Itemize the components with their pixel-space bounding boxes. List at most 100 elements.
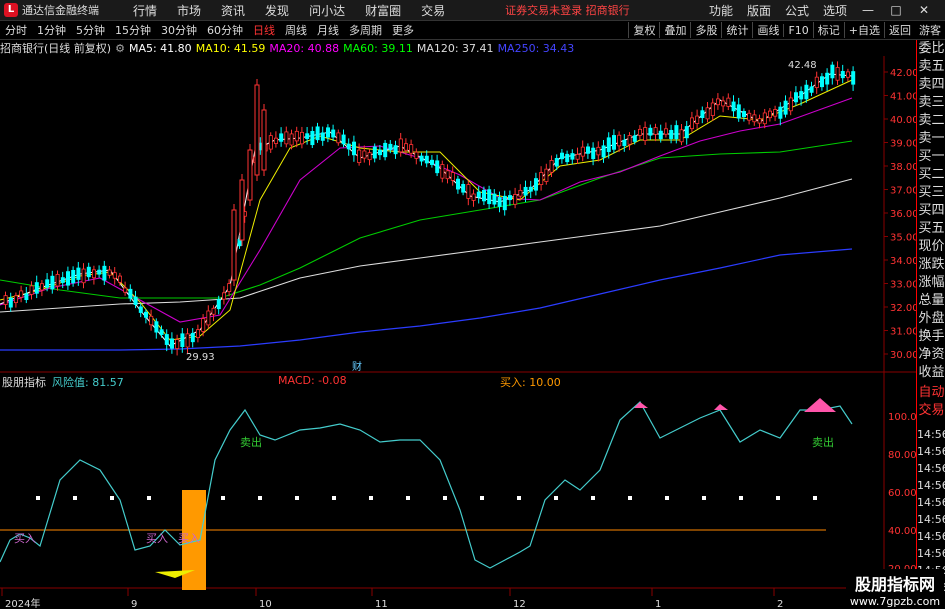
time-tick-label: 2024年 — [5, 597, 40, 609]
close-icon[interactable]: ✕ — [917, 3, 931, 17]
quote-list: 委比 卖五 卖四 卖三 卖二 卖一 买一 买二 买三 买四 买五 现价 涨跌 涨幅 总量 外盘 换手 净资 收益 — [917, 40, 945, 382]
tab-15min[interactable]: 15分钟 — [115, 22, 151, 38]
indicator-name[interactable]: 股朋指标 — [2, 374, 46, 390]
time-stamp: 14:56 — [917, 428, 945, 441]
overlay-button[interactable]: 叠加 — [659, 22, 690, 38]
app-logo: L — [4, 3, 18, 17]
level-dot — [776, 496, 780, 500]
menu-market[interactable]: 市场 — [177, 2, 201, 19]
app-title: 通达信金融终端 — [22, 4, 99, 17]
candle-body — [450, 172, 455, 181]
f10-button[interactable]: F10 — [783, 23, 812, 37]
level-dot — [591, 496, 595, 500]
level-dot — [813, 496, 817, 500]
menu-ask[interactable]: 问小达 — [309, 2, 345, 19]
candle-body — [50, 275, 55, 290]
candle-body — [299, 131, 304, 145]
time-tick-label: 9 — [131, 599, 137, 609]
menu-formula[interactable]: 公式 — [785, 2, 809, 19]
menu-discover[interactable]: 发现 — [265, 2, 289, 19]
candle-body — [388, 143, 393, 151]
mark-button[interactable]: 标记 — [812, 22, 844, 38]
candle-body — [24, 293, 29, 300]
candle-body — [383, 142, 388, 158]
level-dot — [73, 496, 77, 500]
minimize-icon[interactable]: — — [861, 3, 875, 17]
indicator-tick-label: 60.00 — [888, 488, 916, 499]
candle-body — [143, 311, 148, 318]
candle-body — [653, 127, 658, 135]
candle-body — [429, 159, 434, 165]
quote-field: 卖五 — [918, 59, 945, 74]
candle-body — [71, 269, 76, 284]
quote-field: 卖二 — [918, 113, 945, 128]
quote-field: 换手 — [918, 329, 945, 344]
auto-trade-label[interactable]: 交易 — [917, 402, 945, 420]
candle-body — [851, 71, 856, 85]
candle-body — [8, 297, 13, 308]
kline-chart[interactable]: 42.00 41.00 40.00 39.00 38.00 37.00 36.00 35.00… — [0, 40, 916, 609]
tab-1min[interactable]: 1分钟 — [37, 22, 66, 38]
menu-layout[interactable]: 版面 — [747, 2, 771, 19]
menu-options[interactable]: 选项 — [823, 2, 847, 19]
restore-icon[interactable]: □ — [889, 3, 903, 17]
period-bar: 分时 1分钟 5分钟 15分钟 30分钟 60分钟 日线 周线 月线 多周期 更… — [0, 21, 945, 40]
cai-marker[interactable]: 财 — [352, 360, 362, 373]
tab-30min[interactable]: 30分钟 — [161, 22, 197, 38]
rights-button[interactable]: 复权 — [628, 22, 659, 38]
candle-body — [159, 329, 164, 335]
menu-function[interactable]: 功能 — [709, 2, 733, 19]
candle-body — [398, 138, 403, 153]
indicator-panel: 卖出 卖出 买入 买入 买入 — [0, 398, 853, 590]
tab-monthly[interactable]: 月线 — [317, 22, 339, 38]
tab-multiperiod[interactable]: 多周期 — [349, 22, 382, 38]
candle-body — [622, 139, 627, 147]
candle-body — [794, 92, 799, 103]
draw-button[interactable]: 画线 — [752, 22, 783, 38]
menu-quotes[interactable]: 行情 — [133, 2, 157, 19]
candle-body — [414, 151, 419, 159]
back-button[interactable]: 返回 — [884, 22, 915, 38]
candle-body — [419, 155, 424, 162]
candle-body — [305, 133, 310, 139]
low-marker: 29.93 — [186, 352, 215, 363]
level-dot — [332, 496, 336, 500]
indicator-tick-label: 40.00 — [888, 526, 916, 537]
candle-body — [664, 128, 669, 135]
price-tick-label: 33.00 — [890, 280, 916, 291]
tab-weekly[interactable]: 周线 — [285, 22, 307, 38]
candle-body — [164, 334, 169, 345]
candle-body — [481, 189, 486, 202]
multistock-button[interactable]: 多股 — [690, 22, 721, 38]
buy-value: 买入: 10.00 — [500, 376, 561, 389]
quote-field: 卖四 — [918, 77, 945, 92]
candle-body — [341, 134, 346, 145]
candle-body — [721, 100, 726, 107]
menu-trade[interactable]: 交易 — [421, 2, 445, 19]
stats-button[interactable]: 统计 — [721, 22, 752, 38]
tab-60min[interactable]: 60分钟 — [207, 22, 243, 38]
tab-more[interactable]: 更多 — [392, 22, 414, 38]
candle-body — [92, 269, 97, 279]
tab-daily[interactable]: 日线 — [253, 22, 275, 38]
candle-body — [86, 266, 91, 278]
price-tick-label: 41.00 — [890, 92, 916, 103]
tab-timeshare[interactable]: 分时 — [5, 22, 27, 38]
tab-5min[interactable]: 5分钟 — [76, 22, 105, 38]
watermark-title: 股朋指标网 — [854, 575, 935, 594]
login-notice[interactable]: 证券交易未登录 招商银行 — [505, 2, 630, 18]
quote-field: 涨跌 — [918, 257, 945, 272]
auto-trade-label[interactable]: 自动 — [917, 384, 945, 402]
candle-body — [107, 269, 112, 276]
candle-body — [768, 110, 773, 119]
level-dot — [517, 496, 521, 500]
guest-label[interactable]: 游客 — [919, 22, 941, 38]
price-tick-label: 39.00 — [890, 139, 916, 150]
quote-field: 委比 — [918, 41, 945, 56]
add-watchlist-button[interactable]: +自选 — [843, 22, 884, 38]
candle-body — [716, 98, 721, 106]
auto-trade[interactable]: 自动 交易 — [917, 384, 945, 420]
menu-news[interactable]: 资讯 — [221, 2, 245, 19]
candle-body — [617, 134, 622, 147]
menu-wealth[interactable]: 财富圈 — [365, 2, 401, 19]
